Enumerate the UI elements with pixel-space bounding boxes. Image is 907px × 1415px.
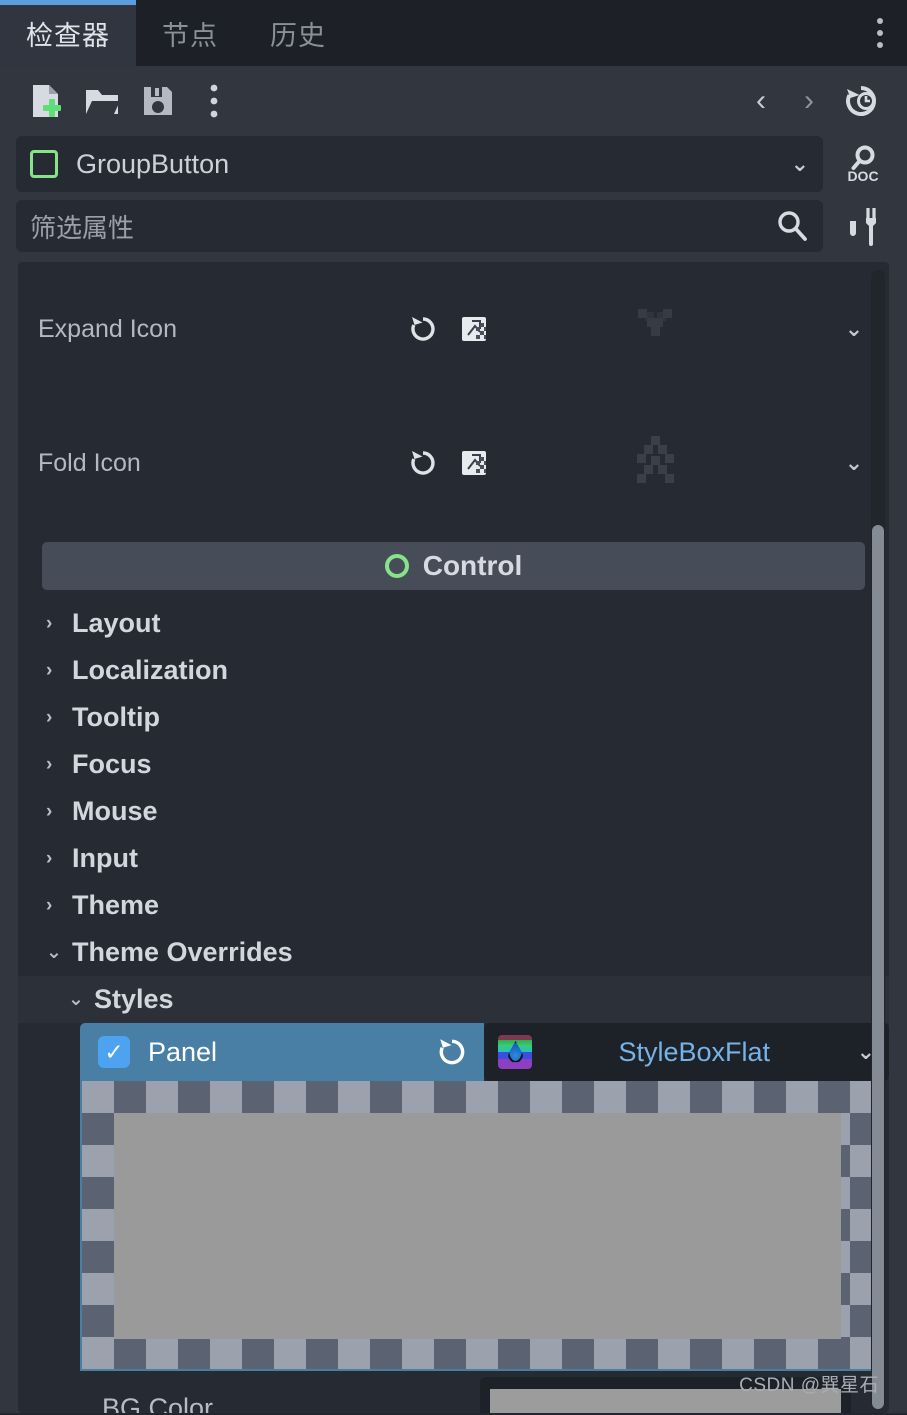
kebab-dot: [877, 18, 883, 24]
watermark: CSDN @巽星石: [739, 1375, 879, 1396]
styleboxflat-droplet: [507, 1041, 524, 1063]
expand-icon-label: Expand Icon: [38, 314, 177, 343]
category-mouse-label: Mouse: [72, 796, 158, 826]
history-forward-icon[interactable]: ›: [785, 84, 833, 118]
history-back-icon[interactable]: ‹: [737, 84, 785, 118]
selected-node-name: GroupButton: [76, 148, 230, 179]
reset-icon[interactable]: [408, 314, 438, 344]
control-node-icon: [30, 150, 58, 178]
category-theme[interactable]: › Theme: [18, 882, 889, 929]
styleboxflat-icon: [498, 1035, 532, 1069]
expand-icon-actions: [408, 314, 490, 344]
class-header-control[interactable]: Control: [42, 542, 865, 590]
panel-row-left[interactable]: ✓ Panel: [80, 1023, 484, 1081]
category-layout-label: Layout: [72, 608, 161, 638]
doc-search-icon[interactable]: DOC: [835, 138, 891, 190]
node-selector[interactable]: GroupButton ⌄: [16, 136, 823, 192]
category-focus-label: Focus: [72, 749, 152, 779]
category-mouse[interactable]: › Mouse: [18, 788, 889, 835]
category-theme-overrides-label: Theme Overrides: [72, 937, 293, 967]
new-resource-icon[interactable]: [18, 75, 74, 127]
property-list[interactable]: Expand Icon ⌄ Fold Icon ⌄ Control › Layo…: [18, 262, 889, 1413]
tab-inspector-label: 检查器: [26, 20, 110, 51]
fold-icon-label: Fold Icon: [38, 448, 141, 477]
property-row-fold-icon[interactable]: Fold Icon ⌄: [18, 396, 889, 530]
inspector-body: ‹ › GroupButton ⌄ DOC 筛选属性 Expand Icon ⌄…: [0, 66, 907, 1413]
category-focus[interactable]: › Focus: [18, 741, 889, 788]
subgroup-styles-label: Styles: [94, 984, 174, 1014]
category-layout[interactable]: › Layout: [18, 600, 889, 647]
chevron-right-icon: ›: [46, 659, 53, 681]
inspector-panel: 检查器 节点 历史 ‹ › GroupButton ⌄ DOC 筛选属性 Exp…: [0, 0, 907, 1415]
reset-icon[interactable]: [436, 1036, 468, 1068]
reset-icon[interactable]: [408, 448, 438, 478]
control-class-icon: [384, 554, 409, 578]
inspector-toolbar: ‹ ›: [0, 66, 907, 136]
stylebox-preview-fill: [114, 1113, 841, 1339]
category-input-label: Input: [72, 843, 138, 873]
fold-icon-thumbnail: [490, 432, 819, 494]
chevron-down-icon: ⌄: [68, 989, 84, 1010]
node-selector-chevron-down-icon[interactable]: ⌄: [791, 151, 809, 177]
property-list-scrollbar[interactable]: [871, 270, 885, 1409]
tab-history-label: 历史: [270, 20, 326, 51]
checkbox-check-icon: ✓: [104, 1038, 124, 1065]
search-icon: [778, 211, 807, 241]
subgroup-styles[interactable]: ⌄ Styles: [18, 976, 889, 1023]
class-header-label: Control: [422, 550, 523, 581]
chevron-right-icon: ›: [46, 753, 53, 775]
chevron-right-icon: ›: [46, 894, 53, 916]
kebab-dot: [877, 30, 883, 36]
property-filter-input[interactable]: 筛选属性: [16, 200, 823, 252]
chevron-right-icon: ›: [46, 847, 53, 869]
tab-bar-spacer: [352, 0, 861, 66]
tab-node[interactable]: 节点: [136, 0, 244, 66]
texture-preview-icon[interactable]: [460, 314, 490, 344]
category-tooltip[interactable]: › Tooltip: [18, 694, 889, 741]
filter-row: 筛选属性: [0, 192, 907, 262]
bg-color-label: BG Color: [102, 1392, 214, 1414]
tab-overflow-menu-icon[interactable]: [861, 0, 907, 66]
category-tooltip-label: Tooltip: [72, 702, 160, 732]
fold-icon-actions: [408, 448, 490, 478]
chevron-right-icon: ›: [46, 800, 53, 822]
property-filter-placeholder: 筛选属性: [30, 212, 135, 243]
category-input[interactable]: › Input: [18, 835, 889, 882]
property-row-expand-icon[interactable]: Expand Icon ⌄: [18, 262, 889, 396]
category-localization[interactable]: › Localization: [18, 647, 889, 694]
panel-label: Panel: [148, 1036, 218, 1067]
svg-text:DOC: DOC: [847, 168, 878, 184]
chevron-right-icon: ›: [46, 612, 53, 634]
category-localization-label: Localization: [72, 655, 229, 685]
category-theme-label: Theme: [72, 890, 160, 920]
property-row-panel[interactable]: ✓ Panel StyleBoxFlat ⌄: [80, 1023, 889, 1081]
open-folder-icon[interactable]: [74, 75, 130, 127]
tab-node-label: 节点: [162, 20, 218, 51]
stylebox-preview[interactable]: [80, 1081, 875, 1371]
kebab-dot: [877, 42, 883, 48]
save-icon[interactable]: [130, 75, 186, 127]
object-tools-icon[interactable]: [835, 200, 891, 252]
tab-bar: 检查器 节点 历史: [0, 0, 907, 66]
panel-resource-picker[interactable]: StyleBoxFlat ⌄: [484, 1023, 889, 1081]
node-selector-row: GroupButton ⌄ DOC: [0, 136, 907, 192]
panel-resource-type: StyleBoxFlat: [618, 1036, 771, 1067]
category-theme-overrides[interactable]: ⌄ Theme Overrides: [18, 929, 889, 976]
tab-inspector[interactable]: 检查器: [0, 0, 136, 66]
chevron-down-icon: ⌄: [46, 942, 62, 963]
history-clock-icon[interactable]: [833, 75, 889, 127]
chevron-right-icon: ›: [46, 706, 53, 728]
texture-preview-icon[interactable]: [460, 448, 490, 478]
toolbar-more-icon[interactable]: [186, 75, 242, 127]
tab-history[interactable]: 历史: [244, 0, 352, 66]
expand-icon-thumbnail: [490, 303, 819, 355]
scrollbar-thumb[interactable]: [872, 525, 884, 1409]
panel-override-checkbox[interactable]: ✓: [98, 1036, 130, 1068]
